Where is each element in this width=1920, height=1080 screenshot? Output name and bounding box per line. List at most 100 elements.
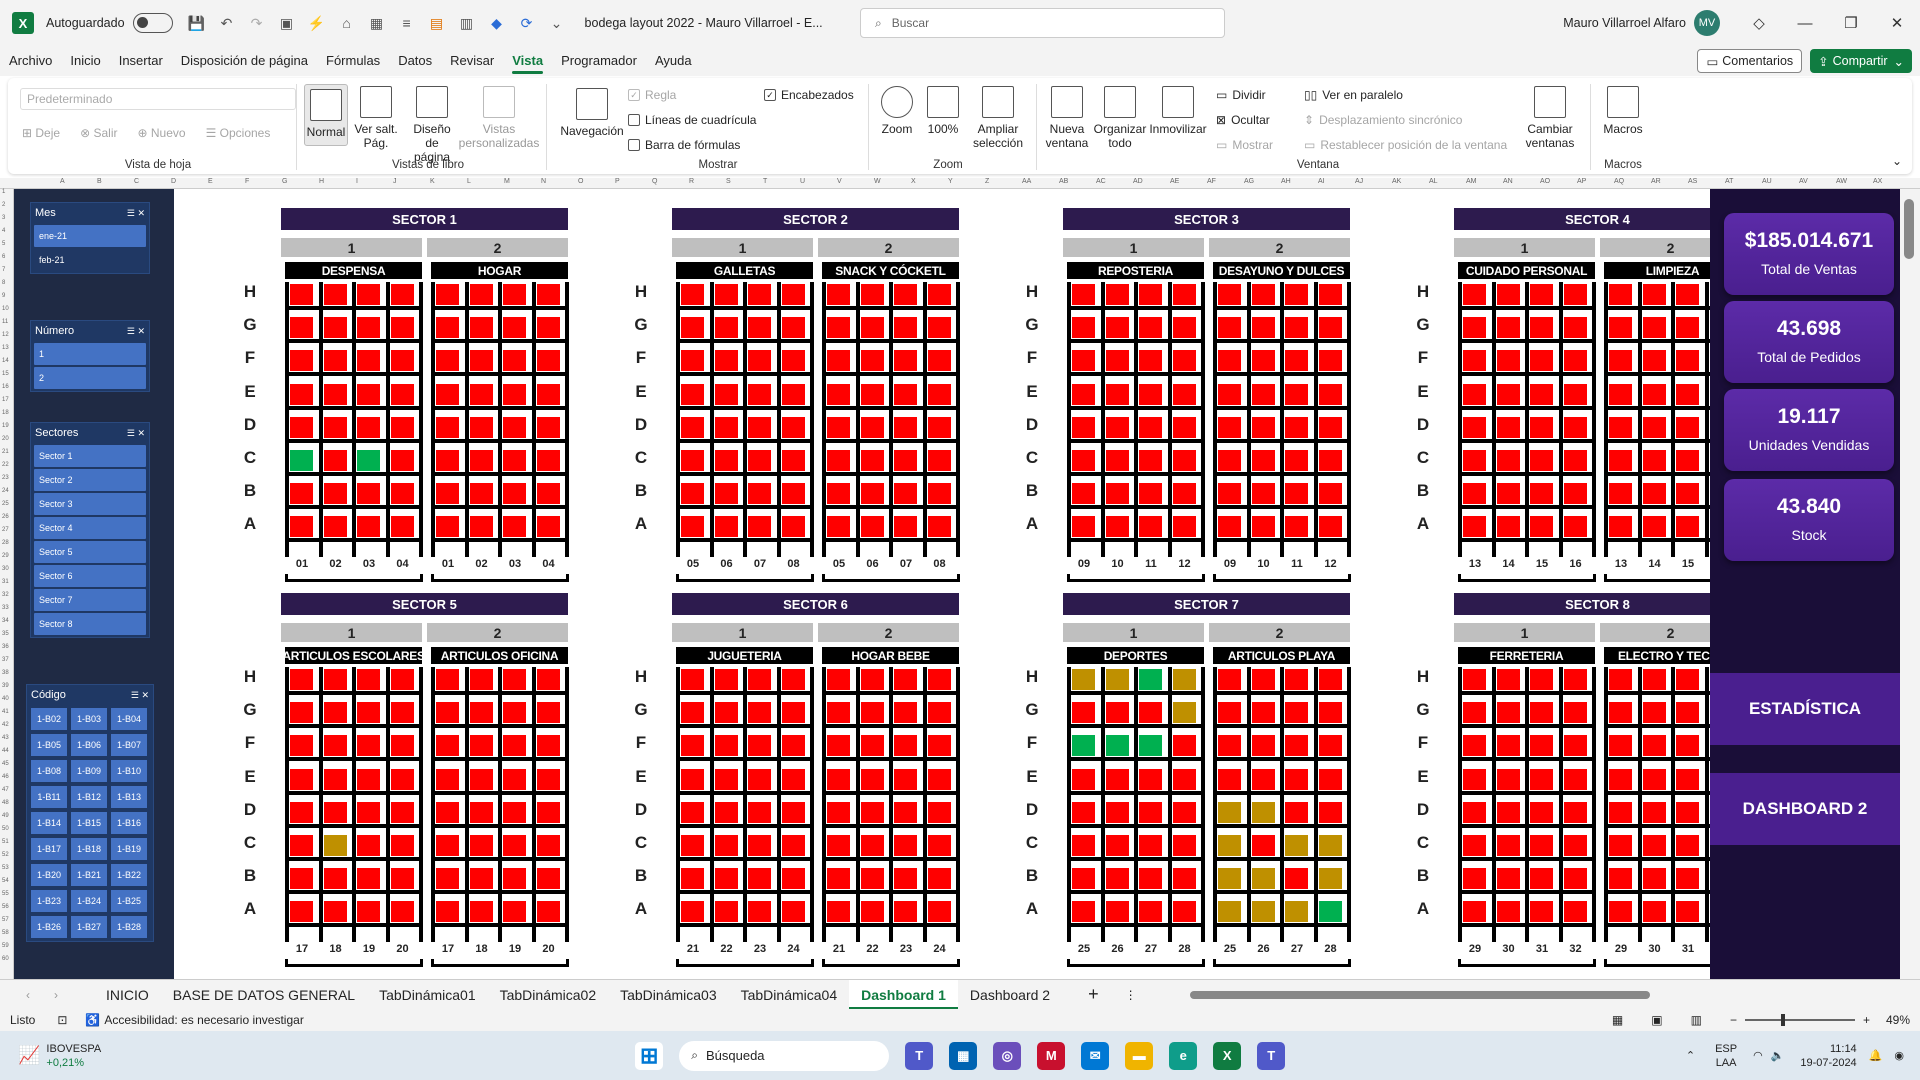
storage-bin[interactable] — [748, 868, 771, 890]
column-letter[interactable]: AE — [1170, 178, 1179, 185]
storage-bin[interactable] — [1530, 516, 1553, 538]
storage-bin[interactable] — [503, 350, 526, 372]
storage-bin[interactable] — [436, 284, 459, 305]
storage-bin[interactable] — [1285, 801, 1308, 823]
column-letter[interactable]: Z — [985, 178, 989, 185]
storage-bin[interactable] — [1676, 416, 1699, 438]
slicer-item[interactable]: Sector 5 — [34, 541, 146, 563]
storage-bin[interactable] — [1251, 801, 1275, 823]
storage-bin[interactable] — [1139, 868, 1162, 890]
storage-bin[interactable] — [1139, 383, 1162, 405]
storage-bin[interactable] — [781, 516, 805, 538]
row-number[interactable]: 2 — [2, 202, 5, 208]
storage-bin[interactable] — [290, 416, 313, 438]
storage-bin[interactable] — [390, 350, 414, 372]
storage-bin[interactable] — [1530, 483, 1553, 505]
add-sheet-icon[interactable]: + — [1088, 984, 1099, 1005]
storage-bin[interactable] — [781, 801, 805, 823]
collapse-ribbon-icon[interactable]: ⌄ — [1892, 154, 1902, 168]
row-number[interactable]: 3 — [2, 215, 5, 221]
storage-bin[interactable] — [503, 669, 526, 690]
storage-bin[interactable] — [1139, 516, 1162, 538]
column-letter[interactable]: AF — [1207, 178, 1216, 185]
storage-bin[interactable] — [894, 284, 917, 305]
storage-bin[interactable] — [436, 516, 459, 538]
storage-bin[interactable] — [536, 350, 560, 372]
storage-bin[interactable] — [1496, 450, 1520, 471]
storage-bin[interactable] — [1285, 768, 1308, 790]
storage-bin[interactable] — [748, 450, 771, 471]
menu-inicio[interactable]: Inicio — [61, 46, 109, 76]
storage-bin[interactable] — [1318, 702, 1342, 724]
storage-bin[interactable] — [927, 669, 951, 690]
storage-bin[interactable] — [1172, 669, 1196, 690]
storage-bin[interactable] — [827, 317, 850, 339]
storage-bin[interactable] — [1139, 669, 1162, 690]
storage-bin[interactable] — [357, 901, 380, 923]
storage-bin[interactable] — [860, 317, 884, 339]
storage-bin[interactable] — [503, 702, 526, 724]
sheet-tab[interactable]: TabDinámica04 — [729, 980, 850, 1010]
storage-bin[interactable] — [714, 702, 738, 724]
menu-archivo[interactable]: Archivo — [0, 46, 61, 76]
storage-bin[interactable] — [860, 801, 884, 823]
storage-bin[interactable] — [323, 416, 347, 438]
slicer-item[interactable]: 1-B02 — [31, 708, 67, 730]
storage-bin[interactable] — [927, 350, 951, 372]
share-button[interactable]: ⇪ Compartir ⌄ — [1810, 49, 1912, 73]
storage-bin[interactable] — [827, 801, 850, 823]
storage-bin[interactable] — [503, 835, 526, 856]
storage-bin[interactable] — [1251, 483, 1275, 505]
slicer-item[interactable]: feb-21 — [34, 249, 146, 271]
zoom-out-icon[interactable]: − — [1730, 1013, 1737, 1027]
storage-bin[interactable] — [1496, 317, 1520, 339]
storage-bin[interactable] — [860, 702, 884, 724]
storage-bin[interactable] — [390, 317, 414, 339]
row-number[interactable]: 53 — [2, 865, 9, 871]
storage-bin[interactable] — [1251, 669, 1275, 690]
storage-bin[interactable] — [1172, 350, 1196, 372]
storage-bin[interactable] — [748, 350, 771, 372]
row-number[interactable]: 22 — [2, 462, 9, 468]
storage-bin[interactable] — [1285, 835, 1308, 856]
zoom-button[interactable]: Zoom — [876, 86, 918, 136]
storage-bin[interactable] — [357, 383, 380, 405]
storage-bin[interactable] — [290, 383, 313, 405]
storage-bin[interactable] — [1563, 350, 1587, 372]
storage-bin[interactable] — [1318, 835, 1342, 856]
storage-bin[interactable] — [894, 483, 917, 505]
storage-bin[interactable] — [1676, 901, 1699, 923]
storage-bin[interactable] — [290, 450, 313, 471]
storage-bin[interactable] — [1285, 735, 1308, 757]
storage-bin[interactable] — [1139, 317, 1162, 339]
storage-bin[interactable] — [323, 801, 347, 823]
row-number[interactable]: 52 — [2, 852, 9, 858]
screenshot-icon[interactable]: ⌂ — [337, 13, 357, 33]
row-number[interactable]: 56 — [2, 904, 9, 910]
dashboard2-button[interactable]: DASHBOARD 2 — [1710, 773, 1900, 845]
storage-bin[interactable] — [1463, 901, 1486, 923]
sheet-tab[interactable]: INICIO — [94, 980, 161, 1010]
storage-bin[interactable] — [827, 768, 850, 790]
storage-bin[interactable] — [860, 669, 884, 690]
storage-bin[interactable] — [323, 516, 347, 538]
storage-bin[interactable] — [1285, 350, 1308, 372]
storage-bin[interactable] — [1642, 835, 1666, 856]
storage-bin[interactable] — [357, 284, 380, 305]
slicer-item[interactable]: Sector 2 — [34, 469, 146, 491]
storage-bin[interactable] — [1496, 835, 1520, 856]
storage-bin[interactable] — [1563, 702, 1587, 724]
storage-bin[interactable] — [1105, 416, 1129, 438]
folder-icon[interactable]: ▬ — [1125, 1041, 1154, 1070]
storage-bin[interactable] — [1318, 516, 1342, 538]
storage-bin[interactable] — [1463, 702, 1486, 724]
column-letter[interactable]: AG — [1244, 178, 1254, 185]
storage-bin[interactable] — [748, 801, 771, 823]
storage-bin[interactable] — [1563, 416, 1587, 438]
row-number[interactable]: 48 — [2, 800, 9, 806]
storage-bin[interactable] — [1285, 383, 1308, 405]
slicer-item[interactable]: 1-B22 — [111, 864, 147, 886]
storage-bin[interactable] — [1463, 669, 1486, 690]
storage-bin[interactable] — [1318, 669, 1342, 690]
storage-bin[interactable] — [1251, 516, 1275, 538]
